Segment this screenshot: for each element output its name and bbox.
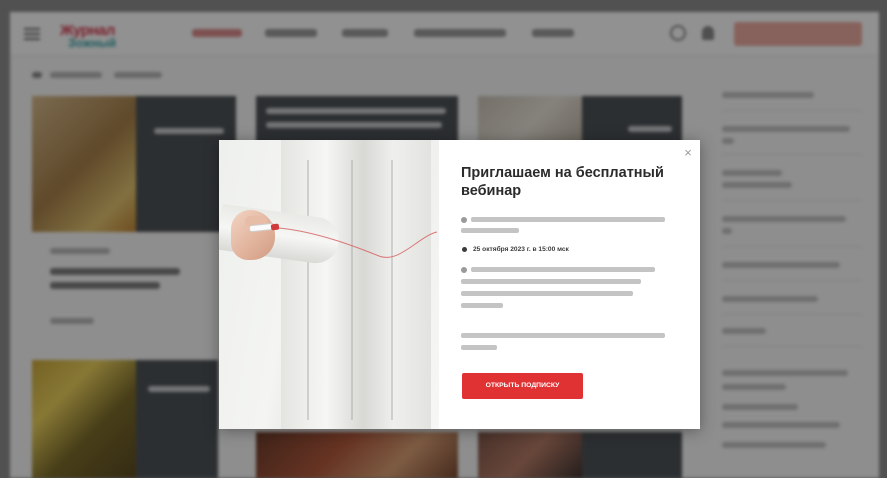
modal-title: Приглашаем на бесплатный вебинар <box>461 165 664 199</box>
webinar-modal: × Приглашаем на бесплатный вебинар 25 ок… <box>219 140 700 429</box>
modal-illustration <box>219 140 439 429</box>
modal-text-line <box>461 345 497 350</box>
open-subscription-button[interactable]: ОТКРЫТЬ ПОДПИСКУ <box>462 373 583 399</box>
modal-text-line <box>461 333 665 338</box>
chart-stroke-shape <box>279 227 438 258</box>
modal-text-line <box>471 267 655 272</box>
event-date: 25 октября 2023 г. в 15:00 мск <box>473 246 569 253</box>
bullet-icon <box>461 217 467 223</box>
close-icon[interactable]: × <box>682 146 694 159</box>
modal-text-line <box>461 291 633 296</box>
bullet-icon <box>462 247 467 252</box>
bullet-icon <box>461 267 467 273</box>
modal-text-line <box>461 303 503 308</box>
modal-text-line <box>461 228 519 233</box>
modal-text-line <box>461 279 641 284</box>
shirt-shape <box>281 140 431 429</box>
modal-text-line <box>471 217 665 222</box>
